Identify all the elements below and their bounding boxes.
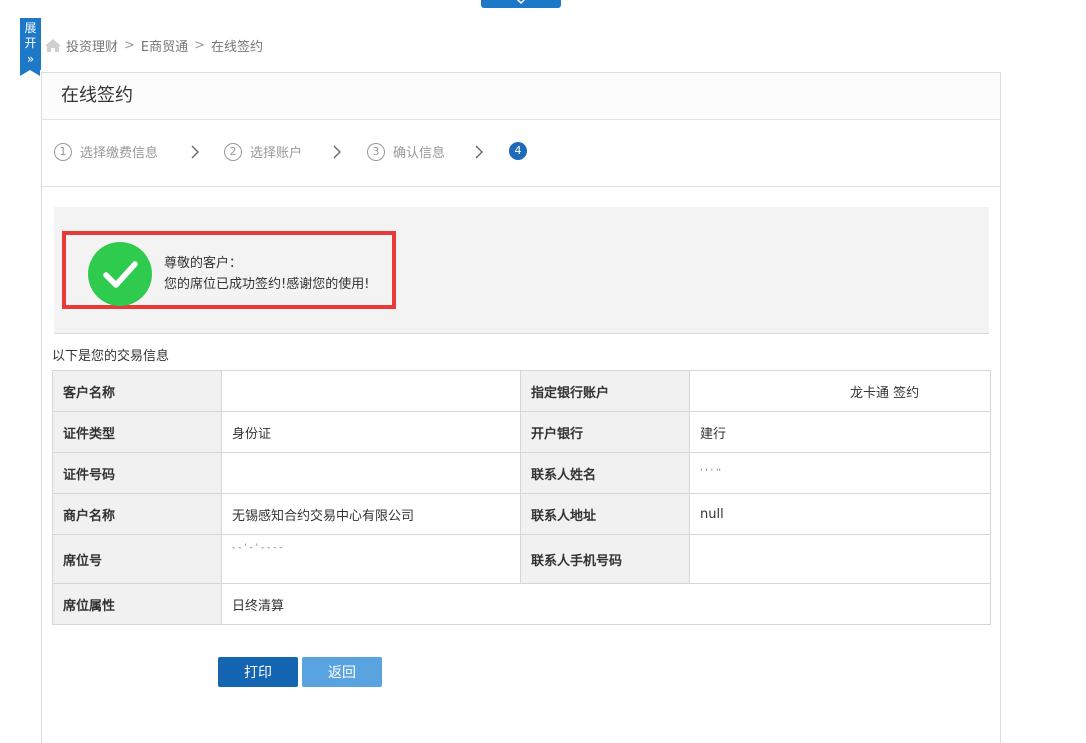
value-id-number	[221, 452, 521, 494]
expand-tab-label: 展开	[24, 21, 37, 50]
value-id-type: 身份证	[221, 411, 521, 453]
value-seat-number: - - ' - ' - - - -	[221, 534, 521, 584]
chevron-right-icon	[475, 145, 483, 159]
step-2: 2 选择账户	[224, 142, 302, 161]
breadcrumb-item-online-sign: 在线签约	[211, 40, 264, 55]
value-merchant-name: 无锡感知合约交易中心有限公司	[221, 493, 521, 535]
label-seat-number: 席位号	[52, 534, 222, 584]
step-2-number: 2	[224, 142, 242, 161]
main-panel: 在线签约 1 选择缴费信息 2 选择账户 3 确认信息 4 尊敬的客户： 您的席…	[41, 72, 1001, 743]
value-customer-name	[221, 370, 521, 412]
value-contact-phone	[689, 534, 991, 584]
table-row: 席位属性 日终清算	[52, 583, 991, 625]
table-row: 证件类型 身份证 开户银行 建行	[52, 411, 991, 453]
label-id-type: 证件类型	[52, 411, 222, 453]
greeting-text: 尊敬的客户：	[164, 256, 243, 271]
value-contact-name: ' ' ' ''	[689, 452, 991, 494]
label-open-bank: 开户银行	[520, 411, 690, 453]
label-merchant-name: 商户名称	[52, 493, 222, 535]
success-check-icon	[88, 242, 152, 306]
breadcrumb-item-invest[interactable]: 投资理财	[66, 36, 118, 55]
step-3: 3 确认信息	[367, 142, 445, 161]
back-button[interactable]: 返回	[302, 657, 382, 687]
step-indicator: 1 选择缴费信息 2 选择账户 3 确认信息 4	[42, 120, 1000, 187]
table-row: 客户名称 指定银行账户 龙卡通 签约	[52, 370, 991, 412]
step-2-label: 选择账户	[250, 146, 303, 161]
page-title: 在线签约	[42, 73, 1000, 120]
step-3-label: 确认信息	[393, 146, 446, 161]
value-contact-address: null	[689, 493, 991, 535]
step-3-number: 3	[367, 142, 385, 161]
breadcrumb-separator: >	[194, 38, 206, 53]
expand-sidebar-tab[interactable]: 展开 »	[20, 18, 41, 76]
table-row: 商户名称 无锡感知合约交易中心有限公司 联系人地址 null	[52, 493, 991, 535]
close-icon	[516, 0, 526, 5]
transaction-info-table: 客户名称 指定银行账户 龙卡通 签约 证件类型 身份证 开户银行 建行 证件号码…	[52, 370, 991, 625]
value-seat-attribute: 日终清算	[221, 583, 991, 625]
value-bank-account: 龙卡通 签约	[689, 370, 991, 412]
breadcrumb: 投资理财 > E商贸通 > 在线签约	[44, 36, 263, 55]
value-open-bank: 建行	[689, 411, 991, 453]
label-bank-account: 指定银行账户	[520, 370, 690, 412]
label-contact-phone: 联系人手机号码	[520, 534, 690, 584]
home-icon[interactable]	[44, 38, 62, 53]
label-id-number: 证件号码	[52, 452, 222, 494]
double-chevron-right-icon: »	[26, 52, 35, 66]
step-1: 1 选择缴费信息	[54, 142, 158, 161]
chevron-right-icon	[333, 145, 341, 159]
success-highlight-frame: 尊敬的客户： 您的席位已成功签约!感谢您的使用!	[62, 231, 396, 309]
breadcrumb-item-ecommerce[interactable]: E商贸通	[141, 36, 188, 55]
table-row: 席位号 - - ' - ' - - - - 联系人手机号码	[52, 534, 991, 584]
step-1-number: 1	[54, 142, 72, 161]
label-seat-attribute: 席位属性	[52, 583, 222, 625]
breadcrumb-separator: >	[124, 38, 135, 53]
transaction-info-title: 以下是您的交易信息	[52, 349, 170, 364]
label-contact-address: 联系人地址	[520, 493, 690, 535]
table-row: 证件号码 联系人姓名 ' ' ' ''	[52, 452, 991, 494]
success-text: 您的席位已成功签约!感谢您的使用!	[164, 277, 370, 292]
step-4: 4	[509, 142, 535, 160]
label-customer-name: 客户名称	[52, 370, 222, 412]
label-contact-name: 联系人姓名	[520, 452, 690, 494]
step-1-label: 选择缴费信息	[80, 146, 159, 161]
success-message-box: 尊敬的客户： 您的席位已成功签约!感谢您的使用!	[54, 207, 989, 334]
step-4-number: 4	[509, 142, 527, 160]
chevron-right-icon	[191, 145, 199, 159]
print-button[interactable]: 打印	[218, 657, 298, 687]
top-collapse-handle[interactable]	[481, 0, 561, 8]
